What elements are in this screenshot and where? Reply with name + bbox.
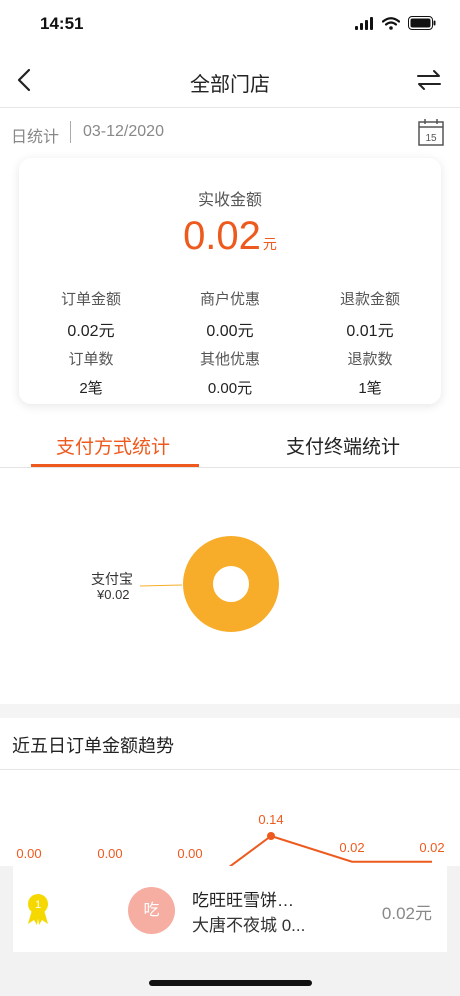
date-bar: 日统计 03-12/2020 15 — [0, 108, 460, 156]
trend-data-label: 0.02 — [419, 840, 444, 855]
signal-icon — [355, 16, 373, 30]
trend-data-label: 0.00 — [16, 846, 41, 861]
tab-payment-terminal[interactable]: 支付终端统计 — [286, 432, 400, 459]
received-amount-label: 实收金额 — [197, 192, 262, 209]
summary-card: 实收金额 0.02 元 订单金额 0.02元 商户优惠 0.00元 退款金额 0.… — [19, 158, 441, 404]
donut-slice-alipay — [183, 536, 279, 632]
store-name: 吃旺旺雪饼… — [192, 891, 294, 910]
donut-leader-line — [139, 584, 183, 587]
stat-order-amount: 订单金额 0.02元 — [21, 288, 161, 341]
tab-payment-method[interactable]: 支付方式统计 — [56, 432, 170, 459]
switch-store-icon[interactable] — [416, 66, 442, 94]
received-amount-value: 0.02 — [183, 214, 261, 258]
stat-value: 0.00元 — [207, 380, 253, 397]
summary-section: 实收金额 0.02 元 订单金额 0.02元 商户优惠 0.00元 退款金额 0.… — [0, 156, 460, 420]
trend-point-highlight[interactable] — [267, 832, 275, 840]
payment-method-chart: 支付宝 ¥0.02 — [0, 468, 460, 704]
stat-label: 退款数 — [347, 351, 393, 368]
trend-data-label: 0.00 — [97, 846, 122, 861]
stat-value: 2笔 — [79, 380, 103, 397]
stat-label: 订单数 — [68, 351, 114, 368]
stat-refund-amount: 退款金额 0.01元 — [300, 288, 440, 341]
stat-value: 0.01元 — [346, 323, 394, 340]
stat-merchant-discount: 商户优惠 0.00元 — [160, 288, 300, 341]
received-amount-unit: 元 — [262, 236, 277, 252]
store-rank-card[interactable]: 1 吃 吃旺旺雪饼… 大唐不夜城 0... 0.02元 — [13, 866, 447, 952]
stat-refund-count: 退款数 1笔 — [300, 348, 440, 398]
active-tab-indicator — [31, 464, 199, 467]
stat-value: 0.00元 — [206, 323, 254, 340]
stats-tabs: 支付方式统计 支付终端统计 — [0, 420, 460, 468]
store-amount: 0.02元 — [381, 904, 432, 923]
rank-medal-icon: 1 — [28, 894, 48, 925]
home-indicator — [149, 980, 312, 986]
stat-other-discount: 其他优惠 0.00元 — [160, 348, 300, 398]
store-avatar: 吃 — [128, 887, 175, 934]
battery-icon — [408, 16, 436, 30]
stat-label: 商户优惠 — [199, 291, 260, 308]
stat-date[interactable]: 03-12/2020 — [83, 123, 164, 141]
trend-data-label: 0.14 — [258, 812, 283, 827]
donut-chart — [139, 536, 279, 632]
trend-data-label: 0.02 — [339, 840, 364, 855]
stat-value: 0.02元 — [67, 323, 115, 340]
stat-value: 1笔 — [358, 380, 382, 397]
store-location: 大唐不夜城 0... — [192, 916, 306, 935]
donut-slice-label: 支付宝 — [91, 571, 133, 587]
status-bar: 14:51 — [0, 0, 460, 52]
nav-bar: 全部门店 — [0, 52, 460, 108]
status-icons — [355, 16, 436, 30]
stat-period-type[interactable]: 日统计 — [11, 123, 59, 147]
stat-order-count: 订单数 2笔 — [21, 348, 161, 398]
wifi-icon — [382, 16, 400, 30]
stat-label: 其他优惠 — [199, 351, 260, 368]
trend-data-label: 0.00 — [177, 846, 202, 861]
donut-slice-value: ¥0.02 — [97, 587, 130, 602]
page-title: 全部门店 — [190, 74, 270, 96]
stat-label: 订单金额 — [60, 291, 121, 308]
calendar-day-text: 15 — [425, 133, 437, 144]
status-time: 14:51 — [40, 14, 84, 33]
received-amount: 0.02 元 — [19, 214, 441, 259]
calendar-icon[interactable]: 15 — [418, 118, 444, 146]
stat-label: 退款金额 — [339, 291, 400, 308]
rank-number: 1 — [35, 899, 41, 911]
date-divider — [70, 121, 71, 143]
